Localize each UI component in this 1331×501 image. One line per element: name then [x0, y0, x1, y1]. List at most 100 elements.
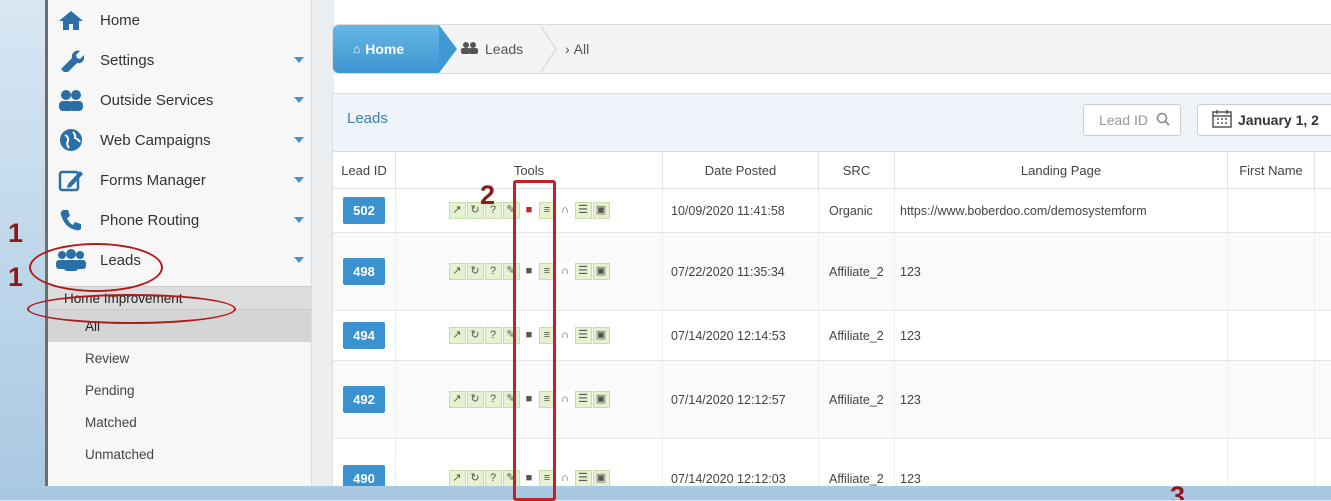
annotation-number-3: 3 [1170, 482, 1186, 500]
cell-more [1315, 311, 1331, 360]
cell-first-name [1228, 361, 1315, 438]
share-icon[interactable]: ↗ [448, 327, 466, 344]
app-frame: Home Settings Outside Services Web Campa… [45, 0, 1331, 486]
date-range-value: January 1, 2 [1238, 112, 1319, 128]
help-icon[interactable]: ? [484, 470, 502, 486]
col-header-more [1315, 152, 1331, 188]
cell-landing-page: 123 [895, 361, 1228, 438]
lead-id-badge[interactable]: 490 [343, 465, 385, 486]
breadcrumb-home[interactable]: ⌂ Home [333, 25, 457, 73]
share-icon[interactable]: ↗ [448, 470, 466, 486]
users-icon [461, 41, 479, 57]
col-header-lead-id[interactable]: Lead ID [333, 152, 396, 188]
breadcrumb-all[interactable]: › All [565, 25, 589, 73]
home-icon: ⌂ [353, 42, 361, 56]
headphones-icon[interactable]: ∩ [556, 391, 574, 408]
annotation-number-1: 1 [8, 262, 24, 292]
table-row[interactable]: 490 ↗ ↻? ✎ ■ ≡ ∩ ☰ ▣ 07/14/2020 12:12:03 Affiliate… [333, 439, 1331, 486]
headphones-icon[interactable]: ∩ [556, 202, 574, 219]
annotation-circle-leads [29, 243, 163, 292]
annotation-circle-home-improvement [27, 294, 236, 324]
search-icon [1156, 112, 1170, 129]
cell-lead-id: 492 [333, 361, 396, 438]
edit-icon [56, 167, 86, 193]
refresh-icon[interactable]: ↻ [466, 327, 484, 344]
sidebar-item-label: Web Campaigns [100, 131, 211, 149]
file-icon[interactable]: ☰ [574, 470, 592, 486]
help-icon[interactable]: ? [484, 263, 502, 280]
lead-id-badge[interactable]: 492 [343, 386, 385, 413]
breadcrumb-separator [540, 25, 557, 73]
refresh-icon[interactable]: ↻ [466, 263, 484, 280]
chevron-down-icon[interactable] [294, 57, 304, 63]
money-icon[interactable]: ▣ [592, 391, 610, 408]
chevron-down-icon[interactable] [294, 217, 304, 223]
calendar-icon [1212, 109, 1232, 131]
sidebar-subitem-unmatched[interactable]: Unmatched [48, 438, 312, 470]
breadcrumb-leads-label: Leads [485, 41, 524, 57]
sidebar-item-settings[interactable]: Settings [48, 40, 312, 80]
panel-header: Leads Lead ID January 1, 2 [333, 94, 1331, 152]
breadcrumb: ⌂ Home Leads › All [332, 24, 1331, 74]
share-icon[interactable]: ↗ [448, 263, 466, 280]
panel-title: Leads [347, 110, 388, 127]
lead-id-badge[interactable]: 498 [343, 258, 385, 285]
col-header-landing-page[interactable]: Landing Page [895, 152, 1228, 188]
table-row[interactable]: 492 ↗ ↻? ✎ ■ ≡ ∩ ☰ ▣ 07/14/2020 12:12:57 Affiliate… [333, 361, 1331, 439]
file-icon[interactable]: ☰ [574, 391, 592, 408]
chevron-down-icon[interactable] [294, 177, 304, 183]
cell-first-name [1228, 311, 1315, 360]
sidebar-divider [311, 0, 334, 486]
file-icon[interactable]: ☰ [574, 202, 592, 219]
col-header-date-posted[interactable]: Date Posted [663, 152, 819, 188]
col-header-first-name[interactable]: First Name [1228, 152, 1315, 188]
headphones-icon[interactable]: ∩ [556, 263, 574, 280]
sidebar-item-home[interactable]: Home [48, 0, 312, 40]
cell-date-posted: 07/14/2020 12:14:53 [663, 311, 819, 360]
help-icon[interactable]: ? [484, 391, 502, 408]
lead-id-badge[interactable]: 502 [343, 197, 385, 224]
sidebar-subitem-review[interactable]: Review [48, 342, 312, 374]
share-icon[interactable]: ↗ [448, 202, 466, 219]
cell-src: Affiliate_2 [819, 361, 895, 438]
cell-lead-id: 494 [333, 311, 396, 360]
col-header-src[interactable]: SRC [819, 152, 895, 188]
headphones-icon[interactable]: ∩ [556, 327, 574, 344]
sidebar-item-label: Forms Manager [100, 171, 206, 189]
file-icon[interactable]: ☰ [574, 327, 592, 344]
chevron-down-icon[interactable] [294, 257, 304, 263]
money-icon[interactable]: ▣ [592, 202, 610, 219]
refresh-icon[interactable]: ↻ [466, 470, 484, 486]
file-icon[interactable]: ☰ [574, 263, 592, 280]
cell-more [1315, 361, 1331, 438]
sidebar-item-web-campaigns[interactable]: Web Campaigns [48, 120, 312, 160]
chevron-down-icon[interactable] [294, 137, 304, 143]
cell-src: Organic [819, 189, 895, 232]
chevron-down-icon[interactable] [294, 97, 304, 103]
money-icon[interactable]: ▣ [592, 470, 610, 486]
lead-id-badge[interactable]: 494 [343, 322, 385, 349]
annotation-box-tools [513, 180, 556, 501]
sidebar-item-label: Outside Services [100, 91, 214, 109]
money-icon[interactable]: ▣ [592, 263, 610, 280]
headphones-icon[interactable]: ∩ [556, 470, 574, 486]
lead-id-search-input[interactable]: Lead ID [1083, 104, 1181, 136]
cell-landing-page: 123 [895, 233, 1228, 310]
date-range-picker[interactable]: January 1, 2 [1197, 104, 1331, 136]
share-icon[interactable]: ↗ [448, 391, 466, 408]
sidebar-subitem-pending[interactable]: Pending [48, 374, 312, 406]
chevron-right-icon: › [565, 41, 570, 57]
refresh-icon[interactable]: ↻ [466, 391, 484, 408]
sidebar-subitem-matched[interactable]: Matched [48, 406, 312, 438]
leads-panel: Leads Lead ID January 1, 2 Lead ID Tools… [332, 93, 1331, 486]
table-row[interactable]: 494 ↗ ↻? ✎ ■ ≡ ∩ ☰ ▣ 07/14/2020 12:14:53 Affiliate… [333, 311, 1331, 361]
annotation-number-2: 2 [480, 180, 496, 210]
sidebar-item-phone-routing[interactable]: Phone Routing [48, 200, 312, 240]
breadcrumb-leads[interactable]: Leads [461, 25, 523, 73]
help-icon[interactable]: ? [484, 327, 502, 344]
sidebar-item-forms-manager[interactable]: Forms Manager [48, 160, 312, 200]
money-icon[interactable]: ▣ [592, 327, 610, 344]
table-row[interactable]: 498 ↗ ↻? ✎ ■ ≡ ∩ ☰ ▣ 07/22/2020 11:35:34 Affiliate… [333, 233, 1331, 311]
sidebar-item-outside-services[interactable]: Outside Services [48, 80, 312, 120]
cell-more [1315, 439, 1331, 486]
